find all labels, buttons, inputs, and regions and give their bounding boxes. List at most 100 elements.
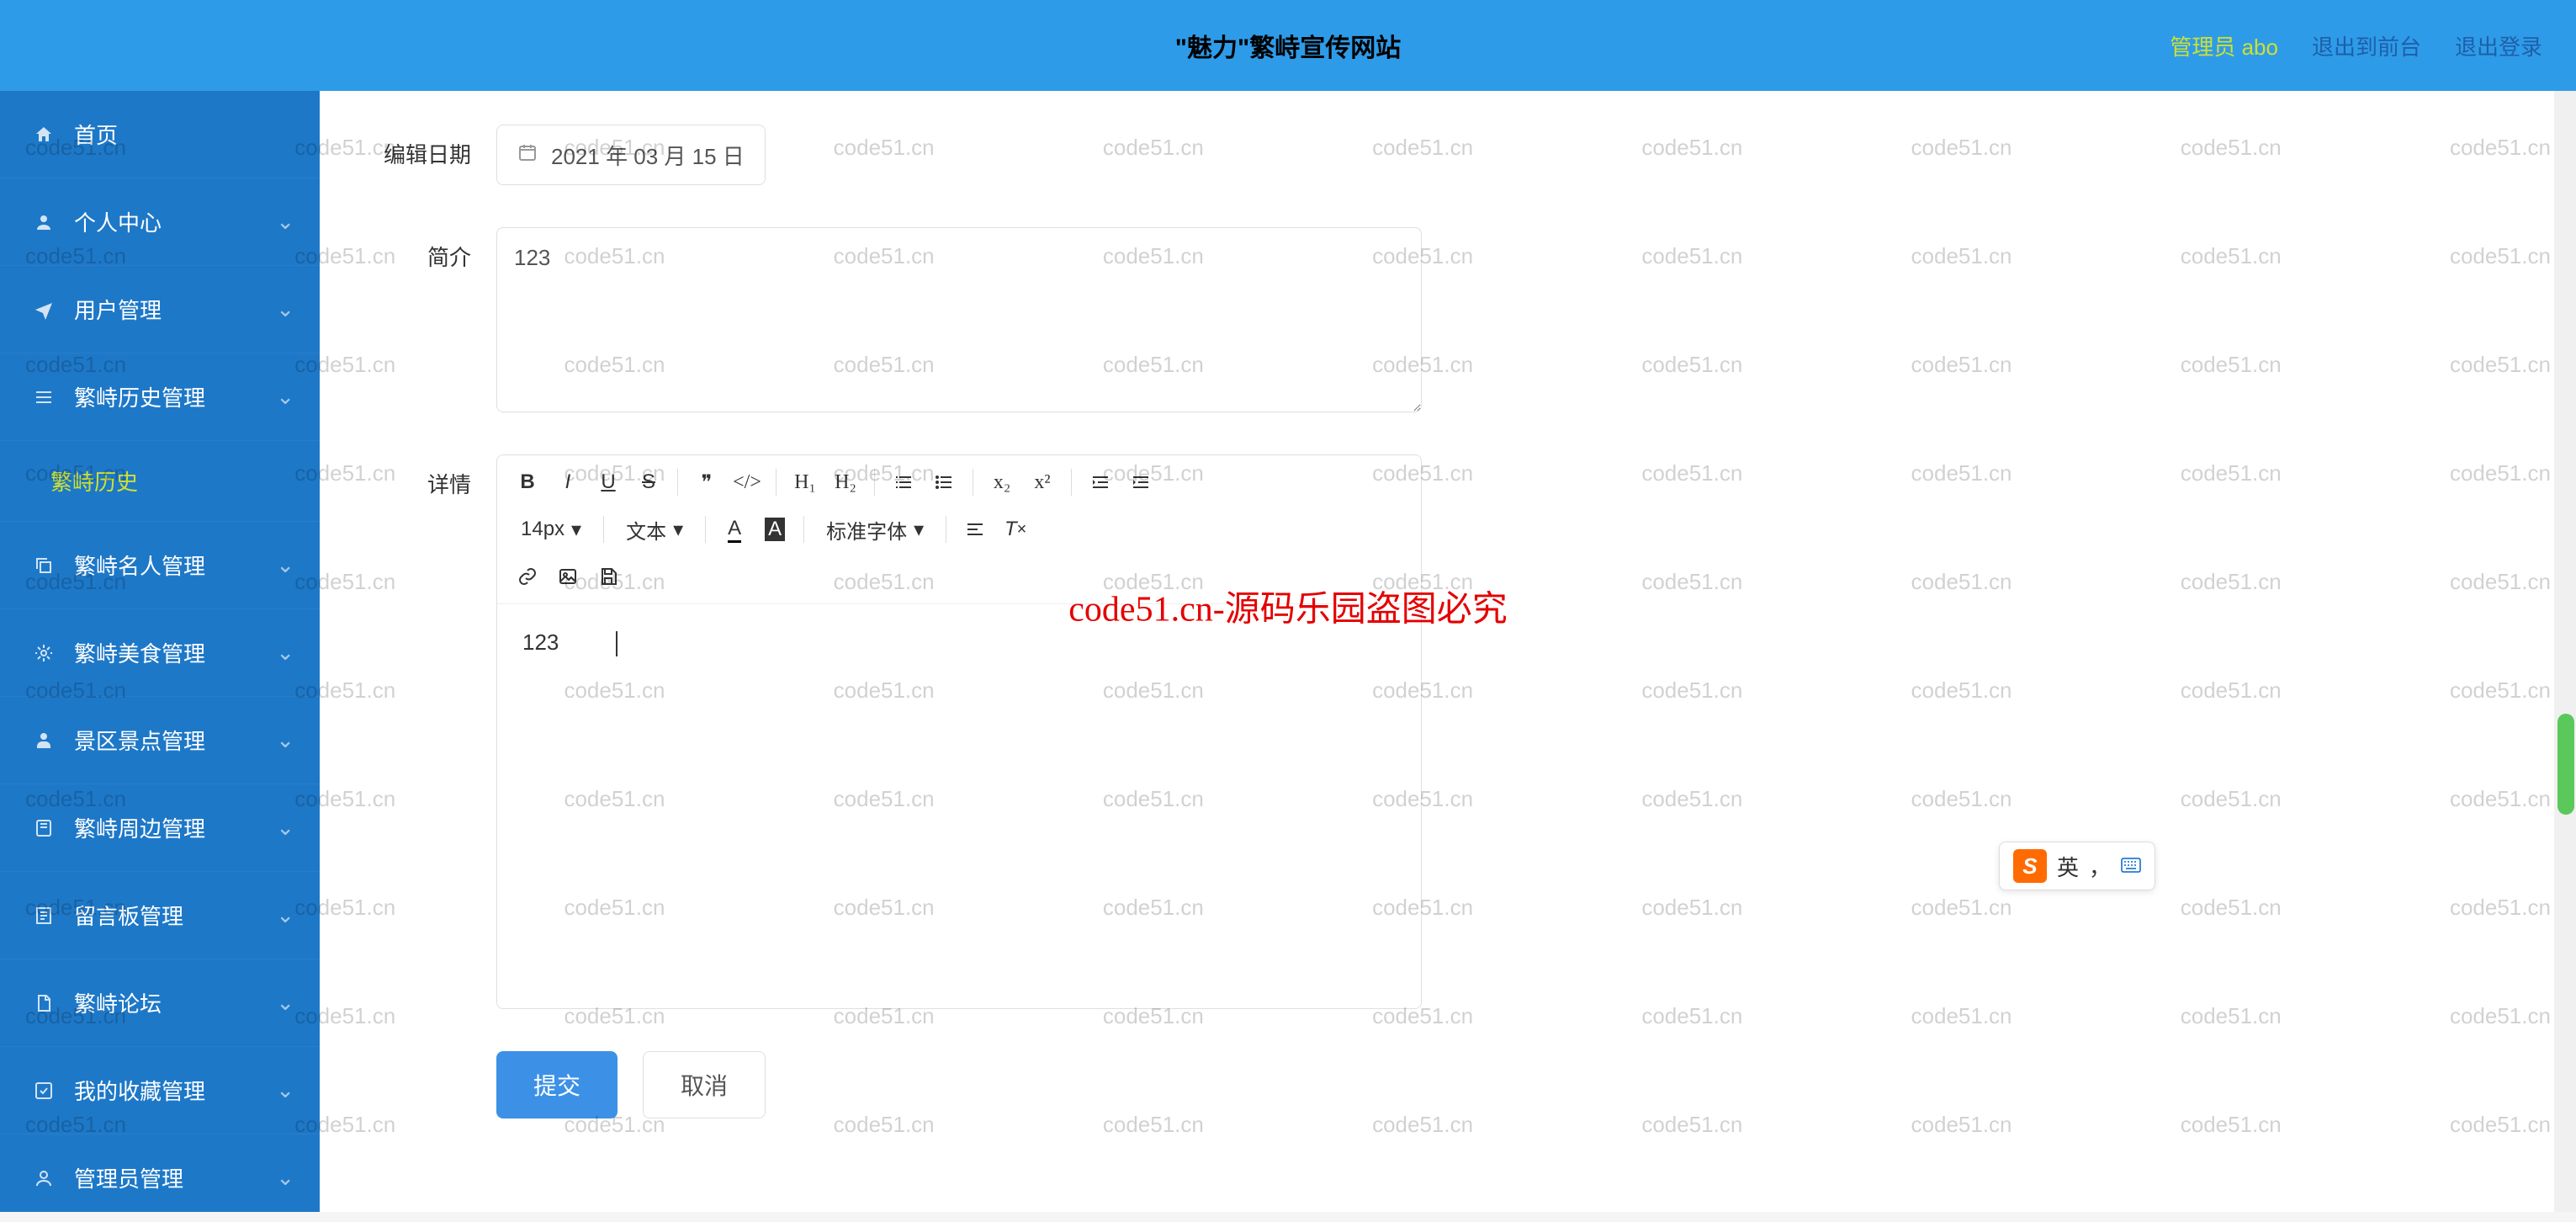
sidebar-item-7[interactable]: 景区景点管理⌄ — [0, 697, 320, 784]
align-button[interactable] — [958, 513, 992, 546]
bold-button[interactable]: B — [511, 465, 544, 499]
sidebar-item-9[interactable]: 留言板管理 ⌄ — [0, 872, 320, 959]
intro-textarea[interactable] — [496, 227, 1422, 412]
plane-icon — [30, 300, 57, 320]
chevron-down-icon: ⌄ — [276, 902, 294, 928]
h1-button[interactable]: H₁ — [788, 465, 822, 499]
scrollbar-thumb[interactable] — [2557, 714, 2574, 815]
h2-button[interactable]: H₂ — [829, 465, 862, 499]
top-header: "魅力"繁峙宣传网站 管理员 abo 退出到前台 退出登录 — [0, 0, 2576, 91]
date-input[interactable]: 2021 年 03 月 15 日 — [496, 125, 766, 185]
gear-icon — [30, 643, 57, 663]
sidebar-item-label: 繁峙历史管理 — [74, 381, 205, 412]
code-button[interactable]: </> — [730, 465, 764, 499]
font-size-select[interactable]: 14px▾ — [511, 513, 591, 546]
text-color-button[interactable]: A — [718, 513, 751, 546]
toolbar-separator — [677, 469, 678, 496]
font-family-value: 标准字体 — [826, 515, 907, 545]
ime-lang: 英 — [2057, 851, 2079, 882]
ordered-list-button[interactable] — [887, 465, 920, 499]
sidebar-item-5[interactable]: 繁峙名人管理 ⌄ — [0, 522, 320, 609]
chevron-down-icon: ⌄ — [276, 552, 294, 578]
editor-body[interactable]: 123 — [497, 604, 1421, 1008]
ime-badge[interactable]: S 英 ， — [1999, 842, 2155, 890]
unordered-list-button[interactable] — [927, 465, 961, 499]
logout-link[interactable]: 退出登录 — [2455, 30, 2542, 61]
clear-format-button[interactable]: T× — [999, 513, 1032, 546]
person-icon — [30, 731, 57, 751]
list-icon — [30, 387, 57, 407]
doc-icon — [30, 993, 57, 1013]
sidebar-item-label: 用户管理 — [74, 294, 162, 325]
chevron-down-icon: ⌄ — [276, 727, 294, 753]
sidebar-item-4[interactable]: 繁峙历史 — [0, 441, 320, 522]
back-to-front-link[interactable]: 退出到前台 — [2312, 30, 2421, 61]
superscript-button[interactable]: x² — [1026, 465, 1059, 499]
ime-punct: ， — [2089, 851, 2111, 882]
sidebar-item-label: 我的收藏管理 — [74, 1075, 205, 1106]
font-family-select[interactable]: 标准字体 ▾ — [816, 513, 934, 546]
chevron-down-icon: ⌄ — [276, 640, 294, 666]
sidebar-item-label: 繁峙论坛 — [74, 987, 162, 1018]
underline-button[interactable]: U — [591, 465, 625, 499]
site-title: "魅力"繁峙宣传网站 — [1175, 27, 1401, 64]
cancel-button[interactable]: 取消 — [643, 1051, 766, 1118]
sidebar-item-2[interactable]: 用户管理 ⌄ — [0, 266, 320, 353]
sidebar-item-label: 个人中心 — [74, 206, 162, 237]
sidebar-item-label: 管理员管理 — [74, 1162, 183, 1193]
scrollbar-track[interactable] — [2554, 91, 2576, 1212]
chevron-down-icon: ▾ — [571, 518, 581, 542]
sidebar-item-label: 繁峙名人管理 — [74, 550, 205, 581]
paragraph-format-value: 文本 — [626, 515, 666, 545]
chevron-down-icon: ⌄ — [276, 815, 294, 841]
sidebar-item-0[interactable]: 首页 — [0, 91, 320, 178]
chevron-down-icon: ▾ — [914, 518, 924, 542]
check-icon — [30, 1081, 57, 1101]
keyboard-icon — [2121, 851, 2141, 882]
toolbar-separator — [603, 516, 604, 543]
detail-label: 详情 — [370, 454, 471, 499]
chevron-down-icon: ⌄ — [276, 990, 294, 1016]
admin-label: 管理员 abo — [2170, 30, 2278, 61]
note-icon — [30, 906, 57, 926]
indent-left-button[interactable] — [1084, 465, 1117, 499]
sidebar-item-10[interactable]: 繁峙论坛 ⌄ — [0, 959, 320, 1047]
main-content: 编辑日期 2021 年 03 月 15 日 简介 详情 B I U S ❞ </… — [320, 91, 2554, 1212]
form-row-intro: 简介 — [370, 227, 2504, 412]
date-value: 2021 年 03 月 15 日 — [551, 140, 745, 171]
image-button[interactable] — [551, 560, 585, 593]
paragraph-format-select[interactable]: 文本 ▾ — [616, 513, 693, 546]
sidebar-item-6[interactable]: 繁峙美食管理 ⌄ — [0, 609, 320, 697]
strike-button[interactable]: S — [632, 465, 665, 499]
sidebar-item-label: 繁峙美食管理 — [74, 637, 205, 668]
submit-button[interactable]: 提交 — [496, 1051, 617, 1118]
sidebar-item-label: 留言板管理 — [74, 900, 183, 931]
bg-color-button[interactable]: A — [758, 513, 792, 546]
sogou-logo-icon: S — [2013, 849, 2047, 883]
sidebar-item-11[interactable]: 我的收藏管理⌄ — [0, 1047, 320, 1134]
sidebar-item-1[interactable]: 个人中心 ⌄ — [0, 178, 320, 266]
button-row: 提交 取消 — [496, 1051, 2504, 1118]
chevron-down-icon: ⌄ — [276, 209, 294, 235]
form-row-date: 编辑日期 2021 年 03 月 15 日 — [370, 125, 2504, 185]
quote-button[interactable]: ❞ — [690, 465, 724, 499]
toolbar-separator — [1071, 469, 1072, 496]
user-icon — [30, 212, 57, 232]
chevron-down-icon: ⌄ — [276, 1165, 294, 1191]
editor-content: 123 — [522, 630, 559, 655]
toolbar-separator — [776, 469, 777, 496]
indent-right-button[interactable] — [1124, 465, 1158, 499]
chevron-down-icon: ⌄ — [276, 296, 294, 322]
sidebar-item-12[interactable]: 管理员管理 ⌄ — [0, 1134, 320, 1222]
toolbar-separator — [874, 469, 875, 496]
subscript-button[interactable]: x₂ — [985, 465, 1019, 499]
sidebar-item-3[interactable]: 繁峙历史管理⌄ — [0, 353, 320, 441]
sidebar: 首页个人中心⌄用户管理⌄繁峙历史管理⌄繁峙历史繁峙名人管理⌄繁峙美食管理⌄景区景… — [0, 91, 320, 1212]
italic-button[interactable]: I — [551, 465, 585, 499]
sidebar-item-8[interactable]: 繁峙周边管理⌄ — [0, 784, 320, 872]
rich-editor: B I U S ❞ </> H₁ H₂ x₂ x² — [496, 454, 1422, 1009]
save-icon-button[interactable] — [591, 560, 625, 593]
chevron-down-icon: ▾ — [673, 518, 683, 542]
link-button[interactable] — [511, 560, 544, 593]
form-row-detail: 详情 B I U S ❞ </> H₁ H₂ — [370, 454, 2504, 1009]
